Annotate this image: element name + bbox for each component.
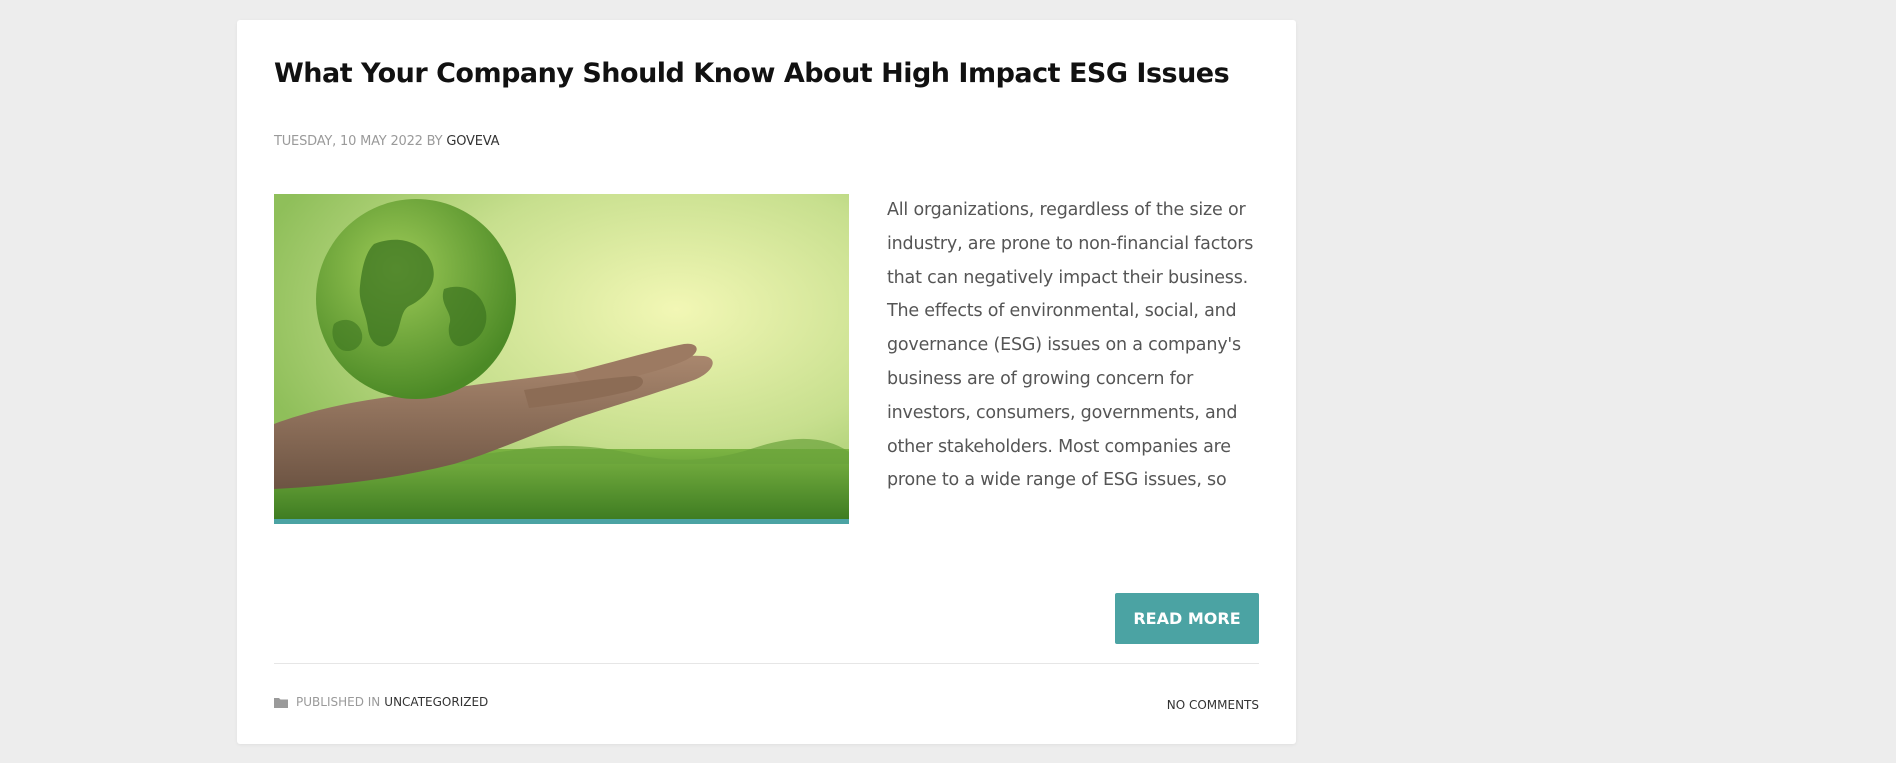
post-excerpt: All organizations, regardless of the siz… <box>887 200 1254 491</box>
post-author-link[interactable]: GOVEVA <box>446 134 499 149</box>
read-more-button[interactable]: READ MORE <box>1115 593 1259 644</box>
post-category: PUBLISHED IN UNCATEGORIZED <box>274 695 488 709</box>
globe-in-hand-illustration <box>274 194 849 524</box>
footer-divider <box>274 663 1259 664</box>
post-date: TUESDAY, 10 MAY 2022 <box>274 134 423 149</box>
category-link[interactable]: UNCATEGORIZED <box>384 695 488 709</box>
post-meta: TUESDAY, 10 MAY 2022 BY GOVEVA <box>274 134 500 149</box>
published-in-label: PUBLISHED IN <box>296 695 381 709</box>
featured-image[interactable] <box>274 194 849 524</box>
post-by-label: BY <box>426 134 443 149</box>
comments-link[interactable]: NO COMMENTS <box>1167 698 1259 712</box>
post-title[interactable]: What Your Company Should Know About High… <box>274 58 1230 89</box>
post-card: What Your Company Should Know About High… <box>237 20 1296 744</box>
folder-icon <box>274 697 288 708</box>
